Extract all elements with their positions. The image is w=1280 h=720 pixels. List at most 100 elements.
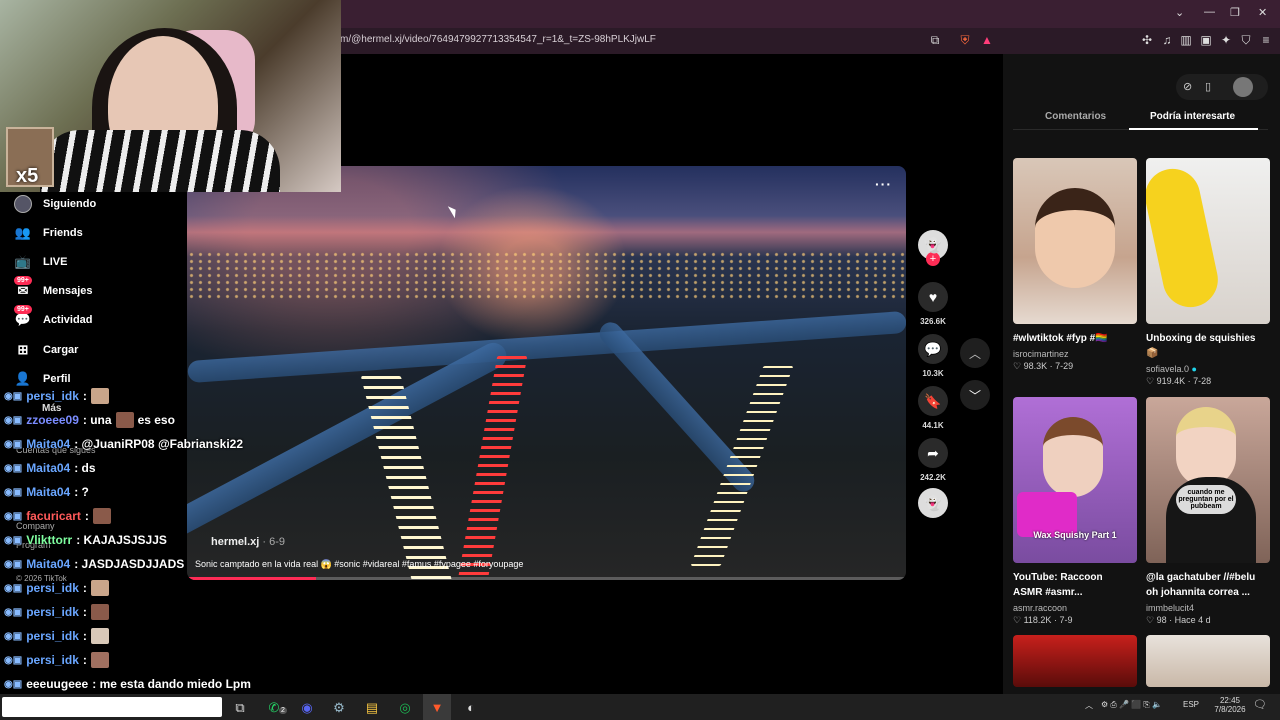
translate-icon[interactable]: ⧉ [928, 33, 942, 47]
card-username[interactable]: immbelucit4 [1146, 603, 1270, 613]
video-thumbnail[interactable] [1146, 635, 1270, 687]
music-icon[interactable]: ♫ [1160, 33, 1174, 47]
menu-icon[interactable]: ≡ [1259, 33, 1273, 47]
brave-shield-icon[interactable]: ⛨ [958, 33, 972, 47]
tray-chevron-icon[interactable]: ︿ [1085, 700, 1093, 711]
chat-text: es eso [137, 413, 175, 427]
file-explorer-icon[interactable]: ▤ [363, 699, 381, 717]
next-video-button[interactable]: ﹀ [960, 380, 990, 410]
chat-username[interactable]: Maita04 [26, 437, 70, 451]
wallet-icon[interactable]: ▣ [1199, 33, 1213, 47]
verified-icon: ● [1191, 364, 1197, 374]
brave-rewards-icon[interactable]: ▲ [980, 33, 994, 47]
chat-text: : [82, 389, 87, 403]
sidebar-item-activity[interactable]: 💬 99+ Actividad [14, 305, 93, 331]
sidebar-item-label: Mensajes [43, 285, 93, 297]
tab-recommended[interactable]: Podría interesarte [1150, 111, 1235, 122]
card-username[interactable]: asmr.raccoon [1013, 603, 1137, 613]
steam-icon[interactable]: ⚙ [330, 699, 348, 717]
chat-badge-icon: ◉▣ [4, 630, 23, 642]
brave-browser-icon[interactable]: ▼ [428, 699, 446, 717]
taskbar-search-box[interactable] [2, 697, 222, 717]
video-thumbnail[interactable] [1013, 635, 1137, 687]
minimize-button[interactable]: — [1204, 6, 1215, 18]
video-thumbnail[interactable] [1013, 158, 1137, 324]
clock[interactable]: 22:45 7/8/2026 [1210, 696, 1250, 714]
vpn-icon[interactable]: ⛉ [1239, 33, 1253, 47]
comment-button[interactable]: 💬 10.3K [917, 334, 949, 378]
close-button[interactable]: ✕ [1258, 6, 1267, 19]
card-username-text[interactable]: sofiavela.0 [1146, 364, 1189, 374]
sidebar-item-friends[interactable]: 👥 Friends [14, 222, 83, 244]
video-card[interactable]: #wlwtiktok #fyp #🏳️‍🌈 isrocimartinez ♡ 9… [1013, 158, 1137, 372]
chat-username[interactable]: Vlikttorr [26, 533, 72, 547]
video-card[interactable]: Unboxing de squishies 📦 sofiavela.0 ● ♡ … [1146, 158, 1270, 387]
chat-username[interactable]: persi_idk [26, 653, 79, 667]
comment-icon: 💬 [918, 334, 948, 364]
highway-overpass [187, 310, 906, 384]
obs-icon[interactable]: ◐ [462, 699, 480, 717]
chat-username[interactable]: eeeuugeee [26, 677, 88, 691]
tab-comments[interactable]: Comentarios [1045, 111, 1106, 122]
chat-emote [115, 412, 134, 428]
chat-message: ◉▣ Maita04: JASDJASDJJADS [4, 553, 184, 575]
live-icon: 📺 [14, 254, 32, 269]
sidebar-item-live[interactable]: 📺 LIVE [14, 251, 68, 273]
chat-username[interactable]: Maita04 [26, 461, 70, 475]
discord-icon[interactable]: ◉ [298, 699, 316, 717]
chat-username[interactable]: persi_idk [26, 389, 79, 403]
chat-badge-icon: ◉▣ [4, 390, 23, 402]
more-options-icon[interactable]: ··· [875, 176, 892, 192]
card-username[interactable]: isrocimartinez [1013, 349, 1137, 359]
chat-username[interactable]: persi_idk [26, 581, 79, 595]
card-username[interactable]: sofiavela.0 ● [1146, 364, 1270, 374]
save-button[interactable]: 🔖 44.1K [917, 386, 949, 430]
clock-date: 7/8/2026 [1214, 705, 1246, 714]
chat-text: : [84, 509, 89, 523]
video-thumbnail[interactable] [1146, 158, 1270, 324]
tray-app-icons[interactable]: ⚙ ⎙ 🎤 ⬛ ⎘ 🔈 [1101, 700, 1162, 710]
ai-icon[interactable]: ✦ [1219, 33, 1233, 47]
phone-icon[interactable]: ▯ [1205, 80, 1211, 93]
messages-icon: ✉ 99+ [14, 276, 32, 300]
chat-username[interactable]: zzoeee09 [26, 413, 79, 427]
card-title[interactable]: YouTube: Raccoon ASMR #asmr... [1013, 570, 1131, 600]
creator-avatar-button[interactable]: 👻 + [917, 230, 949, 266]
avatar-icon [14, 195, 32, 213]
maximize-button[interactable]: ❐ [1230, 6, 1240, 19]
minimize-icon[interactable]: ⌄ [1175, 6, 1184, 19]
notifications-icon[interactable]: 🗨 [1253, 698, 1267, 711]
sidebar-item-messages[interactable]: ✉ 99+ Mensajes [14, 276, 93, 302]
follow-plus-icon[interactable]: + [926, 252, 940, 266]
card-stats: ♡ 919.4K · 7-28 [1146, 376, 1212, 386]
sidebar-icon[interactable]: ▥ [1179, 33, 1193, 47]
user-avatar[interactable] [1233, 77, 1253, 97]
video-card[interactable]: cuando me preguntan por el pubbeam @la g… [1146, 397, 1270, 626]
extensions-icon[interactable]: ✣ [1140, 33, 1154, 47]
compass-icon[interactable]: ⊘ [1183, 80, 1192, 93]
chat-badge-icon: ◉▣ [4, 654, 23, 666]
card-title[interactable]: #wlwtiktok #fyp #🏳️‍🌈 [1013, 331, 1131, 346]
spotify-icon[interactable]: ◎ [396, 699, 414, 717]
language-indicator[interactable]: ESP [1183, 700, 1199, 709]
sound-button[interactable]: 👻 [917, 488, 949, 518]
sidebar-item-upload[interactable]: ⊞ Cargar [14, 339, 79, 361]
chat-username[interactable]: facuricart [26, 509, 81, 523]
video-thumbnail[interactable]: cuando me preguntan por el pubbeam [1146, 397, 1270, 563]
card-title[interactable]: @la gachatuber //#belu oh johannita corr… [1146, 570, 1264, 600]
sidebar-item-following[interactable]: Siguiendo [14, 193, 96, 215]
chat-badge-icon: ◉▣ [4, 534, 23, 546]
video-thumbnail[interactable]: Wax Squishy Part 1 [1013, 397, 1137, 563]
chat-username[interactable]: persi_idk [26, 629, 79, 643]
chat-username[interactable]: persi_idk [26, 605, 79, 619]
card-title[interactable]: Unboxing de squishies 📦 [1146, 331, 1264, 361]
share-button[interactable]: ➦ 242.2K [917, 438, 949, 482]
card-likes: 919.4K [1156, 376, 1186, 386]
url-text[interactable]: m/@hermel.xj/video/7649479927713354547_r… [340, 34, 656, 45]
chat-username[interactable]: Maita04 [26, 557, 70, 571]
video-card[interactable]: Wax Squishy Part 1 YouTube: Raccoon ASMR… [1013, 397, 1137, 626]
chat-username[interactable]: Maita04 [26, 485, 70, 499]
like-button[interactable]: ♥ 326.6K [917, 282, 949, 326]
previous-video-button[interactable]: ︿ [960, 338, 990, 368]
task-view-icon[interactable]: ⧉ [231, 699, 249, 717]
